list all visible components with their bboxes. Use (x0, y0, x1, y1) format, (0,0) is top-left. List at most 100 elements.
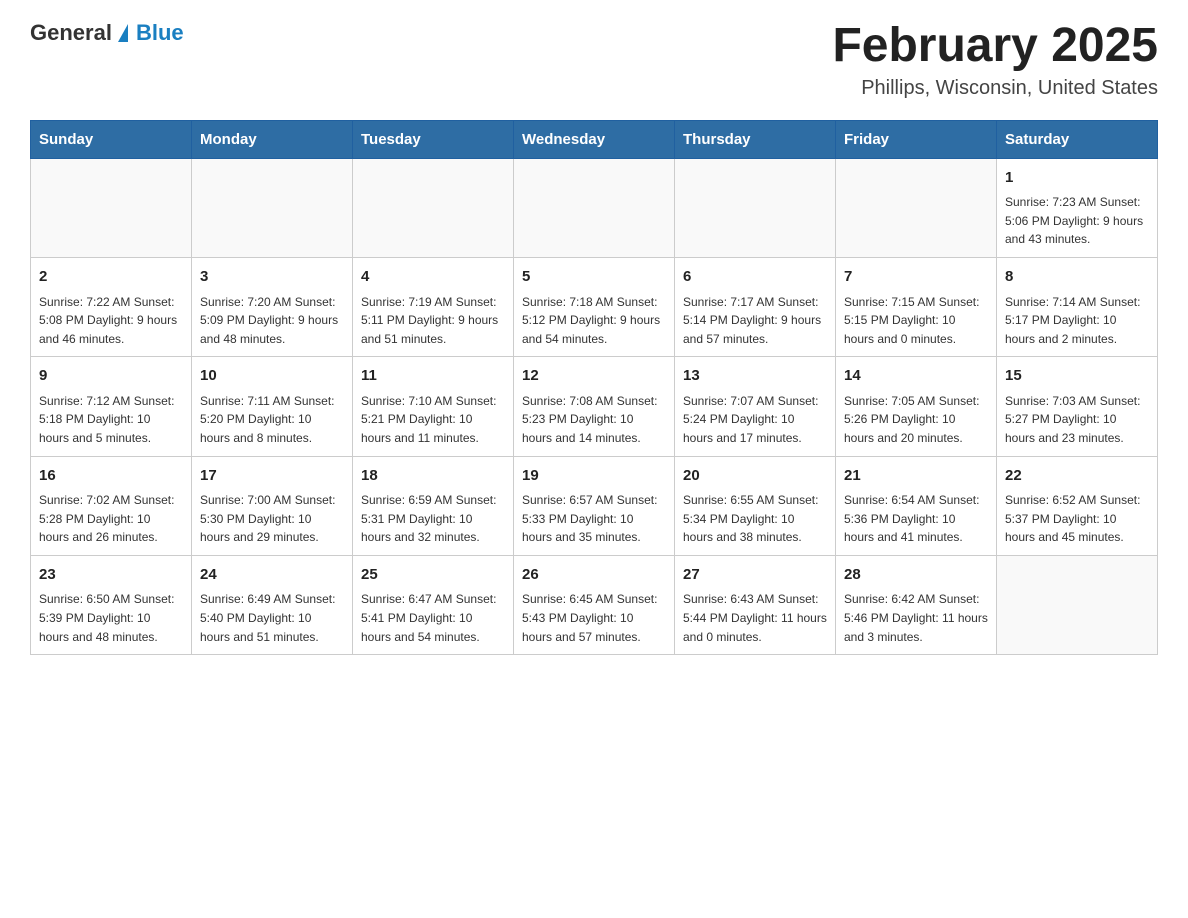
calendar-cell: 28 Sunrise: 6:42 AM Sunset: 5:46 PM Dayli… (836, 555, 997, 654)
calendar-cell: 25 Sunrise: 6:47 AM Sunset: 5:41 PM Dayli… (353, 555, 514, 654)
day-number: 10 (200, 365, 344, 388)
calendar-cell: 15 Sunrise: 7:03 AM Sunset: 5:27 PM Dayli… (997, 357, 1158, 456)
day-number: 14 (844, 365, 988, 388)
calendar-cell: 20 Sunrise: 6:55 AM Sunset: 5:34 PM Dayli… (675, 456, 836, 555)
calendar-cell: 14 Sunrise: 7:05 AM Sunset: 5:26 PM Dayli… (836, 357, 997, 456)
calendar-cell (836, 158, 997, 257)
day-info: Sunrise: 6:47 AM Sunset: 5:41 PM Dayligh… (361, 590, 505, 646)
day-number: 19 (522, 465, 666, 488)
day-info: Sunrise: 6:43 AM Sunset: 5:44 PM Dayligh… (683, 590, 827, 646)
day-info: Sunrise: 7:19 AM Sunset: 5:11 PM Dayligh… (361, 293, 505, 349)
day-number: 17 (200, 465, 344, 488)
calendar-cell: 2 Sunrise: 7:22 AM Sunset: 5:08 PM Daylig… (31, 258, 192, 357)
day-number: 9 (39, 365, 183, 388)
calendar-cell: 7 Sunrise: 7:15 AM Sunset: 5:15 PM Daylig… (836, 258, 997, 357)
day-number: 11 (361, 365, 505, 388)
day-number: 5 (522, 266, 666, 289)
day-number: 26 (522, 564, 666, 587)
day-info: Sunrise: 7:15 AM Sunset: 5:15 PM Dayligh… (844, 293, 988, 349)
calendar-cell: 27 Sunrise: 6:43 AM Sunset: 5:44 PM Dayli… (675, 555, 836, 654)
day-number: 13 (683, 365, 827, 388)
day-number: 4 (361, 266, 505, 289)
calendar-cell: 16 Sunrise: 7:02 AM Sunset: 5:28 PM Dayli… (31, 456, 192, 555)
day-info: Sunrise: 6:52 AM Sunset: 5:37 PM Dayligh… (1005, 491, 1149, 547)
day-number: 21 (844, 465, 988, 488)
calendar-cell (31, 158, 192, 257)
calendar-cell: 24Sunrise: 6:49 AM Sunset: 5:40 PM Dayli… (192, 555, 353, 654)
calendar-body: 1 Sunrise: 7:23 AM Sunset: 5:06 PM Daylig… (31, 158, 1158, 654)
day-info: Sunrise: 6:42 AM Sunset: 5:46 PM Dayligh… (844, 590, 988, 646)
day-number: 7 (844, 266, 988, 289)
weekday-header-wednesday: Wednesday (514, 120, 675, 158)
day-info: Sunrise: 7:23 AM Sunset: 5:06 PM Dayligh… (1005, 193, 1149, 249)
calendar-cell: 12 Sunrise: 7:08 AM Sunset: 5:23 PM Dayli… (514, 357, 675, 456)
calendar-cell (353, 158, 514, 257)
calendar-title: February 2025 (832, 20, 1158, 73)
day-number: 20 (683, 465, 827, 488)
day-info: Sunrise: 7:12 AM Sunset: 5:18 PM Dayligh… (39, 392, 183, 448)
calendar-cell: 13 Sunrise: 7:07 AM Sunset: 5:24 PM Dayli… (675, 357, 836, 456)
day-number: 25 (361, 564, 505, 587)
day-info: Sunrise: 7:03 AM Sunset: 5:27 PM Dayligh… (1005, 392, 1149, 448)
day-number: 3 (200, 266, 344, 289)
day-number: 15 (1005, 365, 1149, 388)
day-info: Sunrise: 7:17 AM Sunset: 5:14 PM Dayligh… (683, 293, 827, 349)
day-info: Sunrise: 6:55 AM Sunset: 5:34 PM Dayligh… (683, 491, 827, 547)
calendar-table: SundayMondayTuesdayWednesdayThursdayFrid… (30, 120, 1158, 655)
day-number: 16 (39, 465, 183, 488)
day-info: Sunrise: 6:54 AM Sunset: 5:36 PM Dayligh… (844, 491, 988, 547)
day-info: Sunrise: 6:50 AM Sunset: 5:39 PM Dayligh… (39, 590, 183, 646)
week-row-1: 1 Sunrise: 7:23 AM Sunset: 5:06 PM Daylig… (31, 158, 1158, 257)
logo-general: General (30, 20, 112, 46)
day-info: Sunrise: 7:05 AM Sunset: 5:26 PM Dayligh… (844, 392, 988, 448)
calendar-cell: 11 Sunrise: 7:10 AM Sunset: 5:21 PM Dayli… (353, 357, 514, 456)
calendar-cell: 23Sunrise: 6:50 AM Sunset: 5:39 PM Dayli… (31, 555, 192, 654)
calendar-cell: 4 Sunrise: 7:19 AM Sunset: 5:11 PM Daylig… (353, 258, 514, 357)
day-info: Sunrise: 7:22 AM Sunset: 5:08 PM Dayligh… (39, 293, 183, 349)
day-info: Sunrise: 7:00 AM Sunset: 5:30 PM Dayligh… (200, 491, 344, 547)
calendar-cell: 18Sunrise: 6:59 AM Sunset: 5:31 PM Dayli… (353, 456, 514, 555)
day-number: 12 (522, 365, 666, 388)
page-header: General Blue February 2025 Phillips, Wis… (30, 20, 1158, 100)
day-info: Sunrise: 6:49 AM Sunset: 5:40 PM Dayligh… (200, 590, 344, 646)
day-info: Sunrise: 6:59 AM Sunset: 5:31 PM Dayligh… (361, 491, 505, 547)
weekday-header-tuesday: Tuesday (353, 120, 514, 158)
calendar-cell: 10 Sunrise: 7:11 AM Sunset: 5:20 PM Dayli… (192, 357, 353, 456)
calendar-header: SundayMondayTuesdayWednesdayThursdayFrid… (31, 120, 1158, 158)
day-number: 1 (1005, 167, 1149, 190)
calendar-cell: 17 Sunrise: 7:00 AM Sunset: 5:30 PM Dayli… (192, 456, 353, 555)
day-info: Sunrise: 7:10 AM Sunset: 5:21 PM Dayligh… (361, 392, 505, 448)
day-info: Sunrise: 7:11 AM Sunset: 5:20 PM Dayligh… (200, 392, 344, 448)
day-info: Sunrise: 7:08 AM Sunset: 5:23 PM Dayligh… (522, 392, 666, 448)
day-info: Sunrise: 6:57 AM Sunset: 5:33 PM Dayligh… (522, 491, 666, 547)
day-info: Sunrise: 7:18 AM Sunset: 5:12 PM Dayligh… (522, 293, 666, 349)
weekday-header-sunday: Sunday (31, 120, 192, 158)
calendar-cell: 1 Sunrise: 7:23 AM Sunset: 5:06 PM Daylig… (997, 158, 1158, 257)
day-number: 8 (1005, 266, 1149, 289)
day-number: 6 (683, 266, 827, 289)
calendar-cell (514, 158, 675, 257)
day-info: Sunrise: 7:14 AM Sunset: 5:17 PM Dayligh… (1005, 293, 1149, 349)
calendar-cell: 3 Sunrise: 7:20 AM Sunset: 5:09 PM Daylig… (192, 258, 353, 357)
week-row-4: 16 Sunrise: 7:02 AM Sunset: 5:28 PM Dayli… (31, 456, 1158, 555)
logo-icon (118, 24, 128, 42)
day-number: 27 (683, 564, 827, 587)
week-row-3: 9 Sunrise: 7:12 AM Sunset: 5:18 PM Daylig… (31, 357, 1158, 456)
day-number: 2 (39, 266, 183, 289)
weekday-header-monday: Monday (192, 120, 353, 158)
weekday-header-row: SundayMondayTuesdayWednesdayThursdayFrid… (31, 120, 1158, 158)
day-number: 28 (844, 564, 988, 587)
calendar-cell (675, 158, 836, 257)
day-info: Sunrise: 7:20 AM Sunset: 5:09 PM Dayligh… (200, 293, 344, 349)
weekday-header-saturday: Saturday (997, 120, 1158, 158)
calendar-cell: 8 Sunrise: 7:14 AM Sunset: 5:17 PM Daylig… (997, 258, 1158, 357)
day-info: Sunrise: 7:07 AM Sunset: 5:24 PM Dayligh… (683, 392, 827, 448)
day-number: 22 (1005, 465, 1149, 488)
weekday-header-friday: Friday (836, 120, 997, 158)
day-info: Sunrise: 6:45 AM Sunset: 5:43 PM Dayligh… (522, 590, 666, 646)
day-info: Sunrise: 7:02 AM Sunset: 5:28 PM Dayligh… (39, 491, 183, 547)
calendar-subtitle: Phillips, Wisconsin, United States (832, 77, 1158, 100)
calendar-cell: 22 Sunrise: 6:52 AM Sunset: 5:37 PM Dayli… (997, 456, 1158, 555)
week-row-5: 23Sunrise: 6:50 AM Sunset: 5:39 PM Dayli… (31, 555, 1158, 654)
title-block: February 2025 Phillips, Wisconsin, Unite… (832, 20, 1158, 100)
